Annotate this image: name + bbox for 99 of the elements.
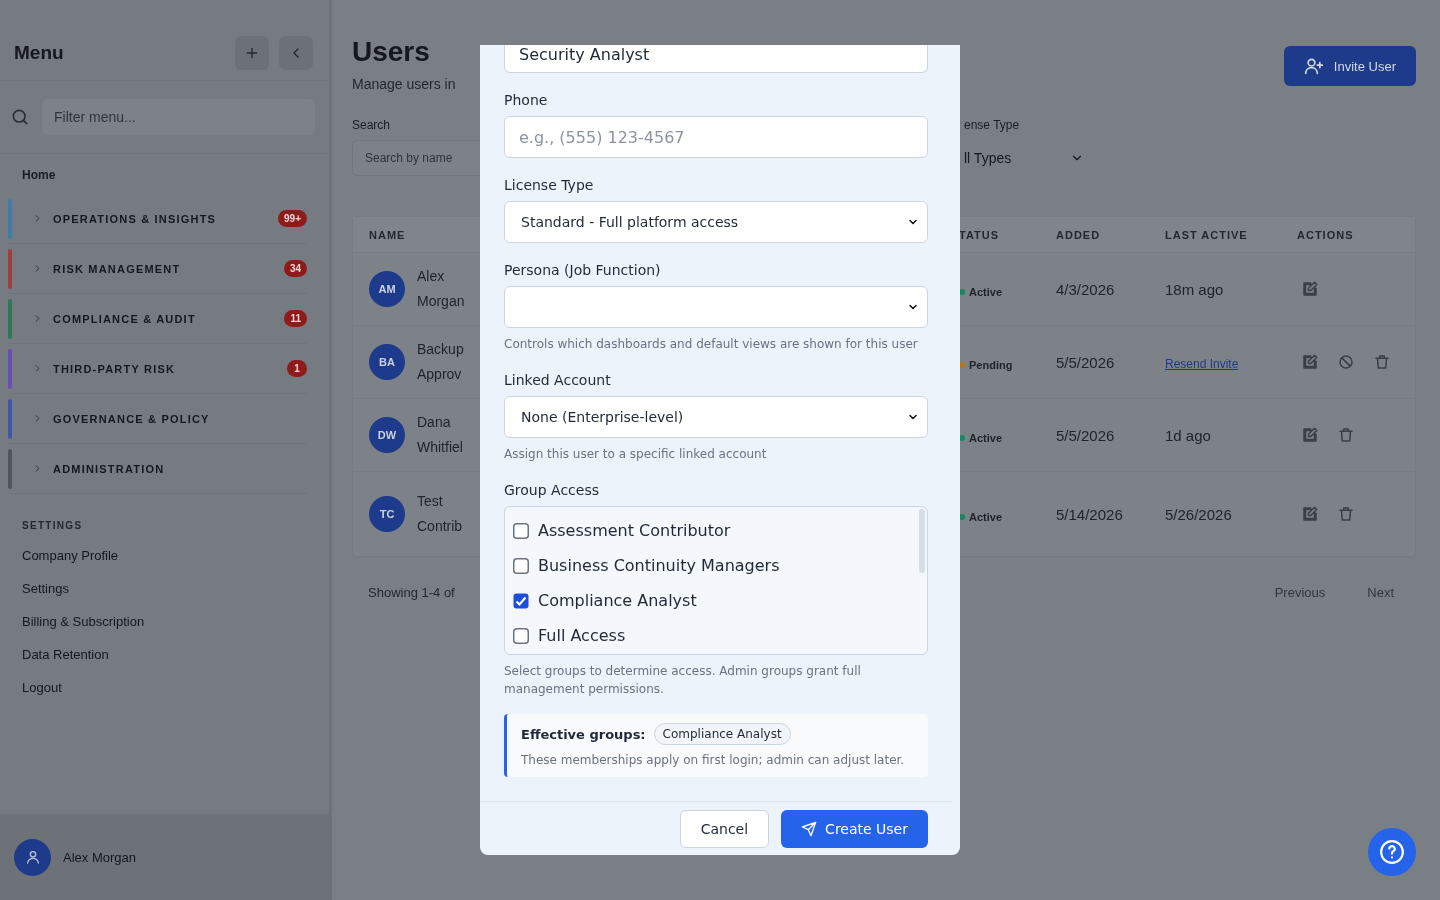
checkbox[interactable]: [513, 557, 529, 574]
search-icon: [10, 107, 30, 127]
section-label: THIRD-PARTY RISK: [53, 362, 177, 375]
next-button[interactable]: Next: [1361, 584, 1400, 601]
plus-icon: [244, 45, 260, 61]
menu-item[interactable]: Company Profile: [0, 539, 329, 572]
count-badge: 34: [283, 260, 307, 277]
user-name: Test Contrib: [417, 492, 464, 536]
text-field[interactable]: Security Analyst: [504, 45, 928, 73]
help-text: Select groups to determine access. Admin groups grant full management permissions.: [504, 663, 862, 698]
menu-item[interactable]: Billing & Subscription: [0, 605, 329, 638]
field-label: ense Type: [964, 118, 1021, 132]
trash-icon[interactable]: [1337, 426, 1355, 444]
field-label: Search: [352, 118, 392, 132]
option-label: Compliance Analyst: [538, 591, 697, 610]
menu-item[interactable]: Logout: [0, 671, 329, 704]
avatar: AM: [369, 271, 405, 307]
section-label: ADMINISTRATION: [53, 462, 166, 475]
page-subtitle: Manage users in: [352, 76, 456, 92]
table-cell-text: 5/5/2026: [1056, 426, 1116, 444]
help-text: Controls which dashboards and default views are shown for this user: [504, 336, 919, 353]
menu-item[interactable]: Data Retention: [0, 638, 329, 671]
menu-title: Menu: [14, 42, 64, 64]
user-name: Backup Approv: [417, 340, 465, 384]
user-name: Alex Morgan: [417, 267, 466, 311]
select-field[interactable]: [504, 286, 928, 328]
menu-item[interactable]: Home: [0, 154, 329, 194]
column-header: NAME: [369, 228, 407, 241]
previous-button[interactable]: Previous: [1268, 584, 1332, 601]
help-text: Assign this user to a specific linked account: [504, 446, 768, 463]
avatar: TC: [369, 496, 405, 532]
field-label: Group Access: [504, 481, 600, 499]
section-label: RISK MANAGEMENT: [53, 262, 182, 275]
user-name: Dana Whitfiel: [417, 413, 464, 457]
edit-icon[interactable]: [1301, 353, 1319, 371]
count-badge: 1: [287, 360, 307, 377]
column-header: TATUS: [959, 228, 1001, 241]
option-label: Full Access: [538, 626, 626, 645]
edit-icon[interactable]: [1301, 426, 1319, 444]
add-button[interactable]: [235, 36, 269, 70]
user-name: Alex Morgan: [63, 849, 136, 865]
menu-section[interactable]: COMPLIANCE & AUDIT 11: [8, 294, 307, 344]
option-label: Business Continuity Managers: [538, 556, 780, 575]
send-icon: [801, 820, 818, 837]
trash-icon[interactable]: [1337, 505, 1355, 523]
menu-section[interactable]: RISK MANAGEMENT 34: [8, 244, 307, 294]
type-select[interactable]: ll Types: [964, 140, 1094, 176]
user-plus-icon: [1303, 56, 1324, 76]
info-note: These memberships apply on first login; admin can adjust later.: [521, 753, 906, 767]
filter-field[interactable]: Filter menu...: [42, 99, 315, 135]
checkbox[interactable]: [513, 592, 529, 609]
edit-icon[interactable]: [1301, 505, 1319, 523]
menu-section[interactable]: OPERATIONS & INSIGHTS 99+: [8, 194, 307, 244]
trash-icon[interactable]: [1373, 353, 1391, 371]
count-badge: 99+: [278, 210, 307, 227]
table-cell-text: 4/3/2026: [1056, 280, 1116, 298]
scrollbar-thumb[interactable]: [919, 509, 925, 573]
select-field[interactable]: Standard - Full platform access: [504, 201, 928, 243]
table-cell: 18m ago: [1165, 280, 1224, 298]
resend-link[interactable]: Resend Invite: [1165, 356, 1239, 371]
menu-section[interactable]: THIRD-PARTY RISK 1: [8, 344, 307, 394]
page-title: Users: [352, 36, 431, 68]
section-heading: SETTINGS: [21, 519, 84, 533]
section-label: OPERATIONS & INSIGHTS: [53, 212, 218, 225]
cancel-button[interactable]: Cancel: [679, 809, 770, 848]
invite-button[interactable]: Invite User: [1283, 46, 1416, 86]
column-header: LAST ACTIVE: [1165, 228, 1249, 241]
block-icon[interactable]: [1337, 353, 1355, 371]
edit-icon[interactable]: [1301, 280, 1319, 298]
field-label: Persona (Job Function): [504, 261, 662, 279]
pagination-info: Showing 1-4 of: [368, 585, 455, 600]
field-label: License Type: [504, 176, 595, 194]
effective-groups-label: Effective groups:: [521, 726, 646, 742]
checkbox[interactable]: [513, 522, 529, 539]
column-header: ADDED: [1056, 228, 1102, 241]
table-cell: 1d ago: [1165, 426, 1211, 444]
avatar: BA: [369, 344, 405, 380]
field-label: Linked Account: [504, 371, 612, 389]
table-cell: 5/26/2026: [1165, 505, 1232, 523]
help-icon: [1379, 839, 1405, 865]
text-field[interactable]: e.g., (555) 123-4567: [504, 116, 928, 158]
table-cell-text: 5/5/2026: [1056, 353, 1116, 371]
table-cell-text: 5/14/2026: [1056, 505, 1124, 523]
menu-section[interactable]: GOVERNANCE & POLICY: [8, 394, 307, 444]
collapse-button[interactable]: [279, 36, 313, 70]
create-user-button[interactable]: Create User: [781, 809, 928, 848]
count-badge: 11: [284, 310, 307, 327]
column-header: ACTIONS: [1297, 228, 1355, 241]
menu-item[interactable]: Settings: [0, 572, 329, 605]
option-label: Assessment Contributor: [538, 521, 731, 540]
avatar: DW: [369, 417, 405, 453]
section-label: GOVERNANCE & POLICY: [53, 412, 211, 425]
select-field[interactable]: None (Enterprise-level): [504, 396, 928, 438]
user-icon: [24, 849, 41, 865]
checkbox[interactable]: [513, 627, 529, 644]
group-chip: Compliance Analyst: [653, 723, 791, 745]
menu-section[interactable]: ADMINISTRATION: [8, 444, 307, 494]
section-label: COMPLIANCE & AUDIT: [53, 312, 197, 325]
field-label: Phone: [504, 91, 549, 109]
